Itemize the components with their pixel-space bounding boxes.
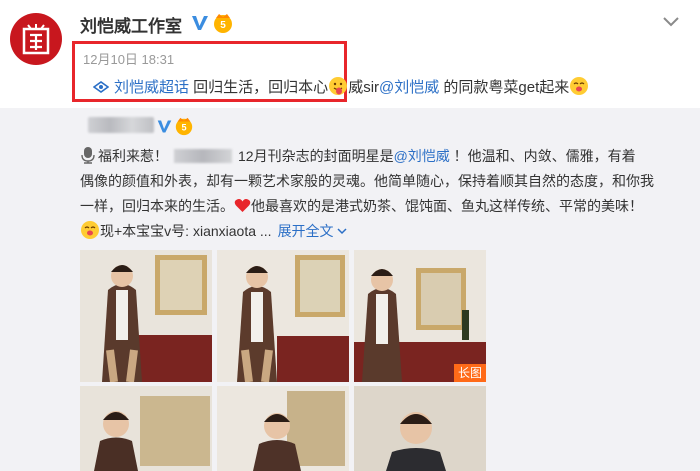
text-line: 一样，回归本来的生活。 他最喜欢的是港式奶茶、馄饨面、鱼丸这样传统、平常的美味！ [80, 194, 690, 219]
post-text-part: 回归生活，回归本心 [189, 79, 329, 96]
post-photo-4[interactable] [80, 386, 212, 471]
photo-thumbnail-image [217, 386, 349, 471]
post-text-part: 的同款粤菜get起来 [439, 79, 570, 96]
drool-emoji-icon [570, 77, 589, 95]
verified-v-icon [192, 16, 208, 30]
text-part: ！他温和、内敛、儒雅，有着 [449, 148, 636, 164]
post-photo-6[interactable] [354, 386, 486, 471]
drool-emoji-icon [81, 221, 99, 239]
svg-text:5: 5 [181, 123, 186, 133]
verified-v-icon [157, 120, 172, 133]
post-timestamp[interactable]: 12月10日 18:31 [83, 49, 174, 68]
text-line: 福利来惹！ 12月刊杂志的封面明星是@刘恺威 ！他温和、内敛、儒雅，有着 [80, 144, 690, 169]
photo-thumbnail-image [80, 386, 212, 471]
original-post-text: 福利来惹！ 12月刊杂志的封面明星是@刘恺威 ！他温和、内敛、儒雅，有着 偶像的颜… [80, 144, 690, 244]
text-part: 现+本宝宝v号: xianxiaota ... [100, 223, 272, 239]
mention-link[interactable]: @刘恺威 [379, 79, 439, 96]
text-line: 现+本宝宝v号: xianxiaota ... 展开全文 [80, 219, 690, 244]
photo-thumbnail-image [217, 250, 349, 382]
post-photo-3[interactable]: 长图 [354, 250, 486, 382]
long-image-tag: 长图 [453, 364, 486, 382]
blurred-text [174, 149, 232, 163]
post-menu-chevron-icon[interactable] [658, 12, 684, 32]
super-topic-icon [93, 81, 109, 93]
post-photo-2[interactable] [217, 250, 349, 382]
post-photo-5[interactable] [217, 386, 349, 471]
photo-thumbnail-image [80, 250, 212, 382]
studio-logo-icon [22, 24, 50, 55]
photo-thumbnail-image [354, 250, 486, 382]
microphone-icon [81, 147, 95, 164]
crown-badge-icon[interactable]: 5 [174, 116, 194, 136]
mention-link[interactable]: @刘恺威 [394, 148, 450, 164]
post-photo-1[interactable] [80, 250, 212, 382]
text-part: 一样，回归本来的生活。 [80, 198, 234, 214]
expand-label: 展开全文 [277, 223, 334, 239]
heart-icon [234, 199, 251, 212]
photo-thumbnail-image [354, 386, 486, 471]
text-part: 他最喜欢的是港式奶茶、馄饨面、鱼丸这样传统、平常的美味！ [251, 198, 643, 214]
post-text: 刘恺威超话 回归生活，回归本心 威sir@刘恺威 的同款粤菜get起来 [93, 76, 589, 97]
weibo-post-card: 刘恺威工作室 5 12月10日 18:31 刘恺威超话 回归生活，回归本心 威s… [0, 0, 700, 471]
chevron-down-icon [337, 228, 347, 235]
text-part: 12月刊杂志的封面明星是 [238, 148, 394, 164]
svg-text:5: 5 [220, 20, 226, 31]
post-text-part: 威sir [348, 79, 380, 96]
crown-badge-icon[interactable]: 5 [212, 12, 234, 34]
author-avatar[interactable] [10, 13, 62, 65]
tongue-emoji-icon [329, 77, 348, 95]
author-name[interactable]: 刘恺威工作室 [80, 12, 182, 37]
expand-full-text-link[interactable]: 展开全文 [278, 223, 348, 239]
super-topic-link[interactable]: 刘恺威超话 [114, 79, 189, 96]
text-line: 偶像的颜值和外表，却有一颗艺术家般的灵魂。他简单随心，保持着顺其自然的态度，和你… [80, 173, 654, 189]
original-author-name-blurred[interactable] [88, 117, 154, 133]
text-part: 福利来惹！ [98, 148, 168, 164]
